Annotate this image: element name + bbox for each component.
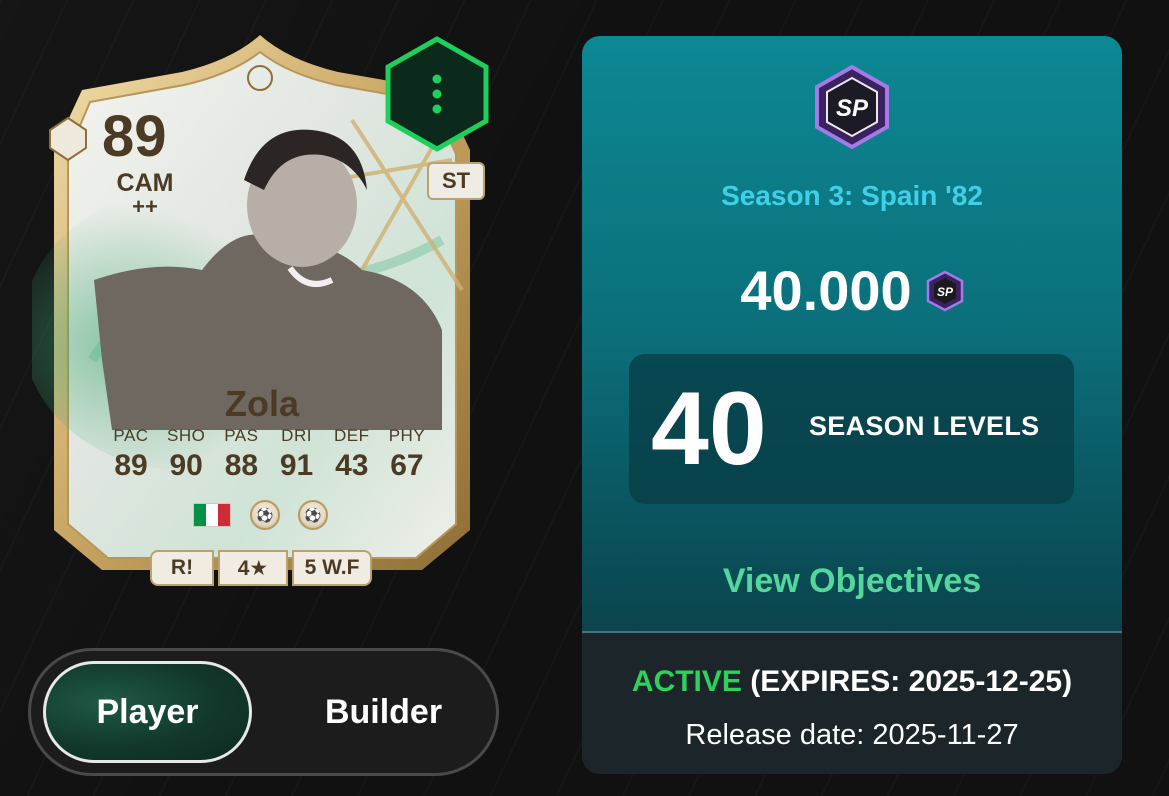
season-points-logo-icon: SP bbox=[815, 64, 889, 150]
nation-flag-icon bbox=[193, 503, 231, 527]
season-name: Season 3: Spain '82 bbox=[721, 180, 983, 211]
player-toggle-button[interactable]: Player bbox=[43, 661, 252, 763]
panel-footer: ACTIVE (EXPIRES: 2025-12-25) Release dat… bbox=[582, 633, 1122, 774]
alt-position-badge: ST bbox=[427, 162, 485, 200]
release-date: Release date: 2025-11-27 bbox=[685, 719, 1019, 751]
stat-phy: PHY 67 bbox=[380, 426, 434, 486]
stat-pas: PAS 88 bbox=[214, 426, 268, 486]
stat-dri: DRI 91 bbox=[270, 426, 324, 486]
stat-value: 43 bbox=[335, 449, 369, 482]
season-levels-box: 40 SEASON LEVELS bbox=[629, 354, 1074, 504]
more-vertical-icon[interactable] bbox=[382, 35, 492, 153]
stats-row: PAC 89 SHO 90 PAS 88 DRI 91 DEF 43 PHY 6… bbox=[104, 426, 434, 486]
overall-rating: 89 bbox=[102, 104, 167, 169]
season-levels-value: 40 bbox=[651, 371, 767, 487]
stat-value: 88 bbox=[224, 449, 259, 482]
skill-moves-tag: 4★ bbox=[218, 550, 288, 586]
card-bottom-tags: R! 4★ 5 W.F bbox=[150, 550, 372, 586]
weak-foot-tag: 5 W.F bbox=[292, 550, 372, 586]
season-panel: SP Season 3: Spain '82 40.000 SP 40 SEAS… bbox=[582, 36, 1122, 774]
stat-label: DRI bbox=[281, 426, 312, 445]
stat-value: 90 bbox=[169, 449, 203, 482]
stat-label: PAS bbox=[224, 426, 259, 445]
season-points-icon: SP bbox=[926, 270, 963, 311]
player-builder-toggle: Player Builder bbox=[28, 648, 499, 776]
status-row: ACTIVE (EXPIRES: 2025-12-25) bbox=[582, 665, 1122, 699]
cost-value: 40.000 bbox=[740, 259, 912, 322]
player-card[interactable]: 89 CAM ++ ST Zola PAC 89 SHO 90 PAS 88 D… bbox=[32, 30, 492, 595]
stat-def: DEF 43 bbox=[325, 426, 379, 486]
stat-sho: SHO 90 bbox=[159, 426, 213, 486]
primary-position: CAM bbox=[116, 169, 174, 197]
role-tag: R! bbox=[150, 550, 214, 586]
stat-label: SHO bbox=[167, 426, 206, 445]
stat-pac: PAC 89 bbox=[104, 426, 158, 486]
builder-toggle-button[interactable]: Builder bbox=[279, 661, 488, 763]
expiry-text: (EXPIRES: 2025-12-25) bbox=[750, 665, 1073, 698]
stat-label: PAC bbox=[113, 426, 149, 445]
svg-text:SP: SP bbox=[937, 285, 954, 299]
stat-label: DEF bbox=[334, 426, 370, 445]
svg-text:SP: SP bbox=[836, 95, 869, 122]
cost-row: 40.000 SP bbox=[582, 258, 1122, 323]
view-objectives-link[interactable]: View Objectives bbox=[582, 562, 1122, 601]
season-levels-label: SEASON LEVELS bbox=[809, 411, 1040, 441]
position-plus-badge: ++ bbox=[132, 194, 158, 219]
stat-value: 67 bbox=[390, 449, 424, 482]
club-badge-icon: ⚽ bbox=[298, 500, 328, 530]
player-name: Zola bbox=[224, 383, 299, 424]
league-badge-icon: ⚽ bbox=[250, 500, 280, 530]
stat-value: 91 bbox=[279, 449, 314, 482]
stat-value: 89 bbox=[114, 449, 148, 482]
stat-label: PHY bbox=[388, 426, 426, 445]
status-badge: ACTIVE bbox=[631, 665, 742, 698]
